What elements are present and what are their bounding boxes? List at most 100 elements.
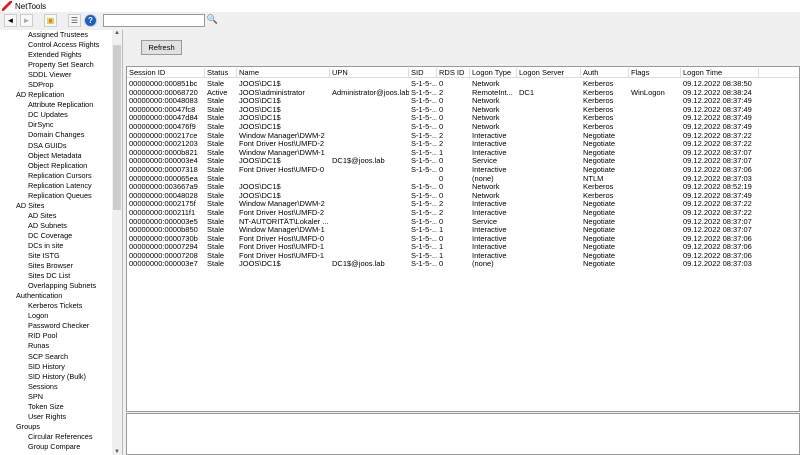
scroll-up-icon[interactable]: ▲ — [112, 30, 122, 36]
table-cell: Stale — [207, 80, 225, 88]
tree-item[interactable]: Replication Latency — [0, 181, 112, 191]
table-row[interactable]: 00000000:0000730b Stale Font Driver Host\U… — [127, 235, 799, 244]
table-row[interactable]: 00000000:000003e7 Stale JOOS\DC1$ DC1$@joos… — [127, 260, 799, 269]
tree-item[interactable]: AD Subnets — [0, 221, 112, 231]
tree-item[interactable]: User Rights — [0, 412, 112, 422]
table-row[interactable]: 00000000:000217ce Stale Window Manager\DWM… — [127, 132, 799, 141]
credentials-icon[interactable]: ▣ — [44, 14, 57, 27]
scroll-down-icon[interactable]: ▼ — [112, 449, 122, 455]
tree-item[interactable]: Groups — [0, 422, 112, 432]
table-cell: 09.12.2022 08:37:06 — [683, 234, 752, 243]
forward-button[interactable]: ► — [20, 14, 33, 27]
table-cell: Stale — [207, 251, 225, 260]
table-row[interactable]: 00000000:000003e4 Stale JOOS\DC1$ DC1$@joos… — [127, 157, 799, 166]
help-icon[interactable]: ? — [84, 14, 97, 27]
search-icon[interactable]: 🔍 — [206, 14, 219, 27]
scrollbar-thumb[interactable] — [113, 45, 121, 210]
table-row[interactable]: 00000000:000003e5 Stale NT-AUTORITÄT\Lokal… — [127, 218, 799, 227]
tree-item[interactable]: SDDL Viewer — [0, 70, 112, 80]
table-cell: Window Manager\DWM-1 — [239, 226, 325, 235]
table-cell: Stale — [207, 165, 225, 174]
table-row[interactable]: 00000000:000476f9 Stale JOOS\DC1$ S-1-5-...… — [127, 123, 799, 132]
tree-item[interactable]: Extended Rights — [0, 50, 112, 60]
tree-item[interactable]: Attribute Replication — [0, 100, 112, 110]
tree-item[interactable]: Domain Changes — [0, 130, 112, 140]
tree-item[interactable]: Logon — [0, 311, 112, 321]
tree-item[interactable]: DirSync — [0, 120, 112, 130]
table-row[interactable]: 00000000:00007208 Stale Font Driver Host\U… — [127, 252, 799, 261]
search-input[interactable] — [103, 14, 205, 27]
table-cell: Stale — [207, 140, 225, 149]
back-button[interactable]: ◄ — [4, 14, 17, 27]
table-row[interactable]: 00000000:0000b850 Stale Window Manager\DWM… — [127, 226, 799, 235]
tree-item[interactable]: SID History (Bulk) — [0, 372, 112, 382]
table-cell: 00000000:000851bc — [129, 80, 198, 88]
table-row[interactable]: 00000000:000851bc Stale JOOS\DC1$ S-1-5-...… — [127, 80, 799, 89]
tree-item[interactable]: Kerberos Tickets — [0, 301, 112, 311]
table-cell: Stale — [207, 243, 225, 252]
tree-item[interactable]: Runas — [0, 341, 112, 351]
tree-item[interactable]: Object Metadata — [0, 151, 112, 161]
table-cell: 0 — [439, 174, 444, 183]
tree-item[interactable]: AD Sites — [0, 211, 112, 221]
table-row[interactable]: 00000000:003667a9 Stale JOOS\DC1$ S-1-5-...… — [127, 183, 799, 192]
tree-item[interactable]: DCs in site — [0, 241, 112, 251]
tree-item[interactable]: Assigned Trustees — [0, 30, 112, 40]
table-row[interactable]: 00000000:000211f1 Stale Font Driver Host\U… — [127, 209, 799, 218]
tree-item[interactable]: Sites Browser — [0, 261, 112, 271]
refresh-button[interactable]: Refresh — [141, 40, 182, 55]
tree-item[interactable]: RID Pool — [0, 331, 112, 341]
tree-item[interactable]: SPN — [0, 392, 112, 402]
column-header[interactable]: Flags — [629, 68, 681, 78]
tree-item[interactable]: DC Coverage — [0, 231, 112, 241]
tree-item[interactable]: Replication Queues — [0, 191, 112, 201]
table-row[interactable]: 00000000:0000b821 Stale Window Manager\DWM… — [127, 149, 799, 158]
tree-item[interactable]: SID History — [0, 362, 112, 372]
column-header[interactable]: UPN — [330, 68, 409, 78]
tree-item[interactable]: Token Size — [0, 402, 112, 412]
table-cell: 09.12.2022 08:37:03 — [683, 174, 752, 183]
tree-item[interactable]: DC Updates — [0, 110, 112, 120]
column-header[interactable]: Auth — [581, 68, 629, 78]
tree-item[interactable]: Site ISTG — [0, 251, 112, 261]
tree-item[interactable]: Sites DC List — [0, 271, 112, 281]
tree-item[interactable]: Circular References — [0, 432, 112, 442]
table-row[interactable]: 00000000:00047d84 Stale JOOS\DC1$ S-1-5-...… — [127, 114, 799, 123]
tree-item[interactable]: Authentication — [0, 291, 112, 301]
tree-item[interactable]: Replication Cursors — [0, 171, 112, 181]
tree-item[interactable]: SCP Search — [0, 352, 112, 362]
column-header[interactable]: Logon Time — [681, 68, 759, 78]
table-cell: 09.12.2022 08:37:49 — [683, 191, 752, 200]
column-header[interactable]: SID — [409, 68, 437, 78]
column-header[interactable]: Logon Server — [517, 68, 581, 78]
table-row[interactable]: 00000000:0002175f Stale Window Manager\DWM… — [127, 200, 799, 209]
tree-item[interactable]: AD Sites — [0, 201, 112, 211]
sidebar-scrollbar[interactable]: ▲ ▼ — [112, 30, 122, 455]
column-header[interactable]: Status — [205, 68, 237, 78]
column-header[interactable]: RDS ID — [437, 68, 470, 78]
table-row[interactable]: 00000000:000065ea Stale 0 (none) NTLM 09.12.2… — [127, 175, 799, 184]
tree-item[interactable]: Control Access Rights — [0, 40, 112, 50]
tree-item[interactable]: DSA GUIDs — [0, 141, 112, 151]
tree-item[interactable]: Password Checker — [0, 321, 112, 331]
column-header[interactable]: Name — [237, 68, 330, 78]
table-row[interactable]: 00000000:00047fc8 Stale JOOS\DC1$ S-1-5-...… — [127, 106, 799, 115]
tree-item[interactable]: AD Replication — [0, 90, 112, 100]
column-header[interactable]: Logon Type — [470, 68, 517, 78]
tree-item[interactable]: Group Compare — [0, 442, 112, 452]
table-row[interactable]: 00000000:00048028 Stale JOOS\DC1$ S-1-5-...… — [127, 192, 799, 201]
column-header[interactable]: Session ID — [127, 68, 205, 78]
table-row[interactable]: 00000000:00007294 Stale Font Driver Host\U… — [127, 243, 799, 252]
table-cell: Stale — [207, 208, 225, 217]
tree-item[interactable]: SDProp — [0, 80, 112, 90]
list-icon[interactable]: ☰ — [68, 14, 81, 27]
table-row[interactable]: 00000000:00007318 Stale Font Driver Host\U… — [127, 166, 799, 175]
tree-item[interactable]: Object Replication — [0, 161, 112, 171]
table-row[interactable]: 00000000:00068720 Active JOOS\administrato… — [127, 89, 799, 98]
table-row[interactable]: 00000000:00021203 Stale Font Driver Host\U… — [127, 140, 799, 149]
table-cell: Negotiate — [583, 251, 616, 260]
tree-item[interactable]: Overlapping Subnets — [0, 281, 112, 291]
tree-item[interactable]: Property Set Search — [0, 60, 112, 70]
table-row[interactable]: 00000000:00048083 Stale JOOS\DC1$ S-1-5-...… — [127, 97, 799, 106]
tree-item[interactable]: Sessions — [0, 382, 112, 392]
